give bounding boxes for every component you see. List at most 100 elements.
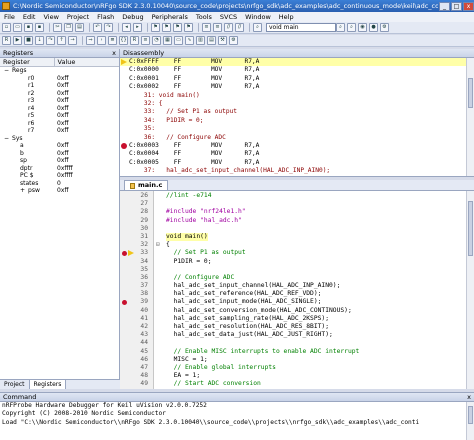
register-row[interactable]: + psw 0xff [0,187,119,195]
toolbox-icon[interactable]: ⚒ [218,36,227,45]
disassembly-line[interactable]: 31: void main() [120,92,474,100]
register-row[interactable]: − Sys [0,135,119,143]
paste-icon[interactable]: ▤ [75,23,84,32]
register-row[interactable]: r7 0xff [0,127,119,135]
undo-icon[interactable]: ↶ [93,23,102,32]
register-row[interactable]: PC $ 0xffff [0,172,119,180]
disassembly-line[interactable]: C:0x0002 FF MOV R7,A [120,83,474,91]
code-area[interactable]: 26//lint -e714 27 28 #include "nrf24le1.h" 2… [120,191,466,389]
code-line[interactable]: 27 [120,200,466,208]
debug-settings-icon[interactable]: ⚙ [229,36,238,45]
symbols-window-icon[interactable]: {} [119,36,128,45]
config-icon[interactable]: ⚙ [380,23,389,32]
menu-debug[interactable]: Debug [118,13,147,21]
watch-window-icon[interactable]: ◔ [152,36,161,45]
save-icon[interactable]: ▪ [24,23,33,32]
menu-tools[interactable]: Tools [192,13,216,21]
menu-project[interactable]: Project [63,13,93,21]
register-value[interactable]: 0xff [55,105,69,113]
code-line[interactable]: 45 // Enable MISC interrupts to enable A… [120,348,466,356]
code-line[interactable]: 42 hal_adc_set_resolution(HAL_ADC_RES_8B… [120,323,466,331]
code-line[interactable]: 32 ⊟ { [120,241,466,249]
disassembly-scroll-thumb[interactable] [468,78,473,108]
bookmark-icon[interactable]: ⚑ [151,23,160,32]
close-button[interactable]: x [463,1,474,11]
register-value[interactable]: 0xff [55,97,69,105]
register-row[interactable]: a 0xff [0,142,119,150]
disassembly-listing[interactable]: C:0xFFFF FF MOV R7,A C:0x0000 FF MOV R7,A… [120,58,474,177]
code-line[interactable]: 33 // Set P1 as output [120,249,466,257]
register-row[interactable]: b 0xff [0,150,119,158]
register-value[interactable]: 0xff [55,127,69,135]
register-value[interactable]: 0xffff [55,165,73,173]
title-bar[interactable]: C:\Nordic Semiconductor\nRFgo SDK 2.3.0.… [0,0,474,12]
code-line[interactable]: 39 hal_adc_set_input_mode(HAL_ADC_SINGLE… [120,298,466,306]
code-line[interactable]: 30 [120,225,466,233]
code-line[interactable]: 28 #include "nrf24le1.h" [120,208,466,216]
disassembly-line[interactable]: 34: P1DIR = 0; [120,117,474,125]
menu-window[interactable]: Window [241,13,275,21]
code-line[interactable]: 46 MISC = 1; [120,356,466,364]
trace-window-icon[interactable]: ▥ [196,36,205,45]
show-next-statement-icon[interactable]: ⇒ [86,36,95,45]
register-row[interactable]: r1 0xff [0,82,119,90]
code-line[interactable]: 37 hal_adc_set_input_channel(HAL_ADC_INP… [120,282,466,290]
disassembly-line[interactable]: 32: { [120,100,474,108]
tab-project[interactable]: Project [0,380,30,389]
register-value[interactable]: 0xff [55,142,69,150]
registers-close-icon[interactable]: x [112,49,119,57]
register-value[interactable] [55,67,57,75]
disassembly-line[interactable]: C:0x0005 FF MOV R7,A [120,159,474,167]
register-row[interactable]: r0 0xff [0,75,119,83]
reset-icon[interactable]: R [2,36,11,45]
save-all-icon[interactable]: ▪ [35,23,44,32]
disassembly-line[interactable]: C:0xFFFF FF MOV R7,A [120,58,474,67]
code-line[interactable]: 49 // Start ADC conversion [120,380,466,388]
copy-icon[interactable]: ❐ [64,23,73,32]
register-value[interactable]: 0xff [55,75,69,83]
register-value[interactable]: 0xffff [55,172,73,180]
serial-window-icon[interactable]: ▭ [174,36,183,45]
step-into-icon[interactable]: ↓ [35,36,44,45]
column-value[interactable]: Value [55,58,119,66]
register-row[interactable]: r5 0xff [0,112,119,120]
redo-icon[interactable]: ↷ [104,23,113,32]
menu-svcs[interactable]: SVCS [216,13,241,21]
function-combo[interactable]: void main [266,23,336,32]
register-value[interactable]: 0xff [55,187,69,195]
memory-window-icon[interactable]: ▦ [163,36,172,45]
code-line[interactable]: 41 hal_adc_set_sampling_rate(HAL_ADC_2KS… [120,315,466,323]
disassembly-window-icon[interactable]: ≣ [108,36,117,45]
new-file-icon[interactable]: ▫ [2,23,11,32]
bookmark-prev-icon[interactable]: ⚑ [162,23,171,32]
comment-icon[interactable]: // [224,23,233,32]
menu-help[interactable]: Help [275,13,298,21]
step-out-icon[interactable]: ↑ [57,36,66,45]
menu-peripherals[interactable]: Peripherals [148,13,192,21]
register-value[interactable] [55,135,57,143]
register-row[interactable]: sp 0xff [0,157,119,165]
register-row[interactable]: r3 0xff [0,97,119,105]
unindent-icon[interactable]: ≡ [213,23,222,32]
disassembly-line[interactable]: 33: // Set P1 as output [120,108,474,116]
navigate-forward-icon[interactable]: ▸ [133,23,142,32]
step-over-icon[interactable]: ↷ [46,36,55,45]
minimize-button[interactable]: _ [439,1,450,11]
register-value[interactable]: 0xff [55,112,69,120]
tree-expander-icon[interactable]: − [4,67,9,74]
code-line[interactable]: 31 void main() [120,232,466,242]
fold-toggle-icon[interactable]: ⊟ [156,241,160,249]
editor-scroll-thumb[interactable] [468,201,473,256]
code-line[interactable]: 35 [120,266,466,274]
cut-icon[interactable]: ✂ [53,23,62,32]
command-scroll-thumb[interactable] [468,406,473,424]
column-register[interactable]: Register [0,58,55,66]
incremental-find-icon[interactable]: ⌕ [347,23,356,32]
register-row[interactable]: − Regs [0,67,119,75]
register-row[interactable]: states 0 [0,180,119,188]
register-value[interactable]: 0xff [55,82,69,90]
tab-main-c[interactable]: main.c [124,180,169,190]
code-line[interactable]: 38 hal_adc_set_reference(HAL_ADC_REF_VDD… [120,290,466,298]
indent-icon[interactable]: ≡ [202,23,211,32]
disassembly-line[interactable]: C:0x0003 FF MOV R7,A [120,142,474,150]
